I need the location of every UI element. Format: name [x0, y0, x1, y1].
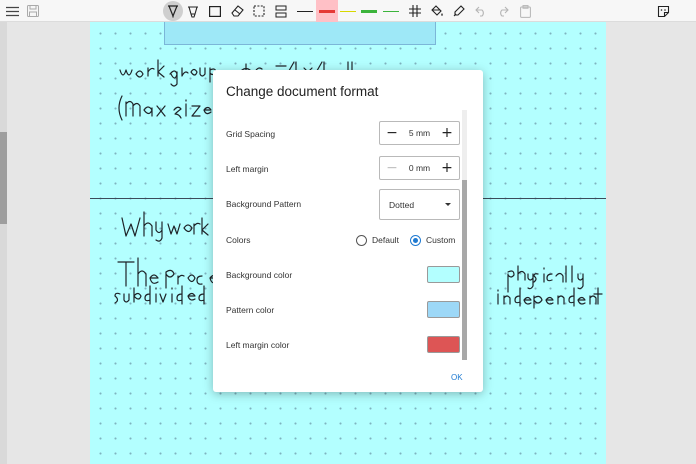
insert-space-icon[interactable]	[274, 2, 288, 20]
green-stroke[interactable]	[360, 2, 378, 20]
menu-icon[interactable]	[4, 2, 20, 20]
right-gutter	[606, 22, 696, 464]
eraser-icon[interactable]	[230, 2, 244, 20]
left-margin-color-swatch[interactable]	[427, 336, 460, 353]
dialog-scrollbar-thumb[interactable]	[462, 180, 467, 360]
change-document-format-dialog: Change document format Grid Spacing − 5 …	[213, 70, 483, 392]
pattern-color-label: Pattern color	[226, 305, 275, 315]
background-color-label: Background color	[226, 270, 293, 280]
chevron-down-icon	[445, 203, 451, 206]
ok-button[interactable]: OK	[451, 373, 463, 382]
marker-icon[interactable]	[452, 2, 466, 20]
radio-circle-checked[interactable]	[410, 234, 421, 246]
background-pattern-value: Dotted	[389, 199, 415, 210]
thin-black-stroke[interactable]	[296, 2, 314, 20]
left-margin-color-label: Left margin color	[226, 340, 290, 350]
left-gutter	[0, 22, 7, 464]
grid-spacing-decrease-button[interactable]: −	[381, 122, 403, 144]
colors-custom-radio[interactable]: Custom	[410, 233, 455, 247]
grid-icon[interactable]	[408, 2, 422, 20]
save-icon[interactable]	[26, 2, 40, 20]
grid-spacing-increase-button[interactable]: +	[436, 122, 458, 144]
pen-icon[interactable]	[163, 1, 183, 21]
left-margin-increase-button[interactable]: +	[436, 157, 458, 179]
grid-spacing-label: Grid Spacing	[226, 129, 276, 139]
rectangle-icon[interactable]	[208, 2, 222, 20]
background-pattern-select[interactable]: Dotted	[379, 189, 460, 220]
radio-circle[interactable]	[356, 234, 367, 246]
red-stroke[interactable]	[316, 0, 338, 22]
highlighter-icon[interactable]	[186, 2, 200, 20]
grid-spacing-value[interactable]: 5 mm	[402, 122, 437, 144]
vertical-scrollbar-thumb[interactable]	[0, 132, 7, 224]
pattern-color-swatch[interactable]	[427, 301, 460, 318]
left-margin-value[interactable]: 0 mm	[402, 157, 437, 179]
left-margin-stepper: − 0 mm +	[379, 156, 460, 180]
colors-default-label: Default	[372, 235, 399, 245]
redo-icon[interactable]	[496, 2, 510, 20]
yellow-stroke[interactable]	[339, 2, 357, 20]
selection-icon[interactable]	[252, 2, 266, 20]
grid-spacing-stepper: − 5 mm +	[379, 121, 460, 145]
thin-green-stroke[interactable]	[382, 2, 400, 20]
colors-label: Colors	[226, 235, 251, 245]
background-color-swatch[interactable]	[427, 266, 460, 283]
colors-custom-label: Custom	[426, 235, 456, 245]
left-margin-label: Left margin	[226, 164, 269, 174]
undo-icon[interactable]	[474, 2, 488, 20]
colors-default-radio[interactable]: Default	[356, 233, 399, 247]
sticker-icon[interactable]	[655, 2, 671, 20]
fill-icon[interactable]	[429, 2, 445, 20]
left-margin-decrease-button[interactable]: −	[381, 157, 403, 179]
toolbar	[0, 0, 696, 22]
paste-icon[interactable]	[518, 2, 532, 20]
background-pattern-label: Background Pattern	[226, 199, 302, 209]
dialog-title: Change document format	[226, 84, 379, 99]
